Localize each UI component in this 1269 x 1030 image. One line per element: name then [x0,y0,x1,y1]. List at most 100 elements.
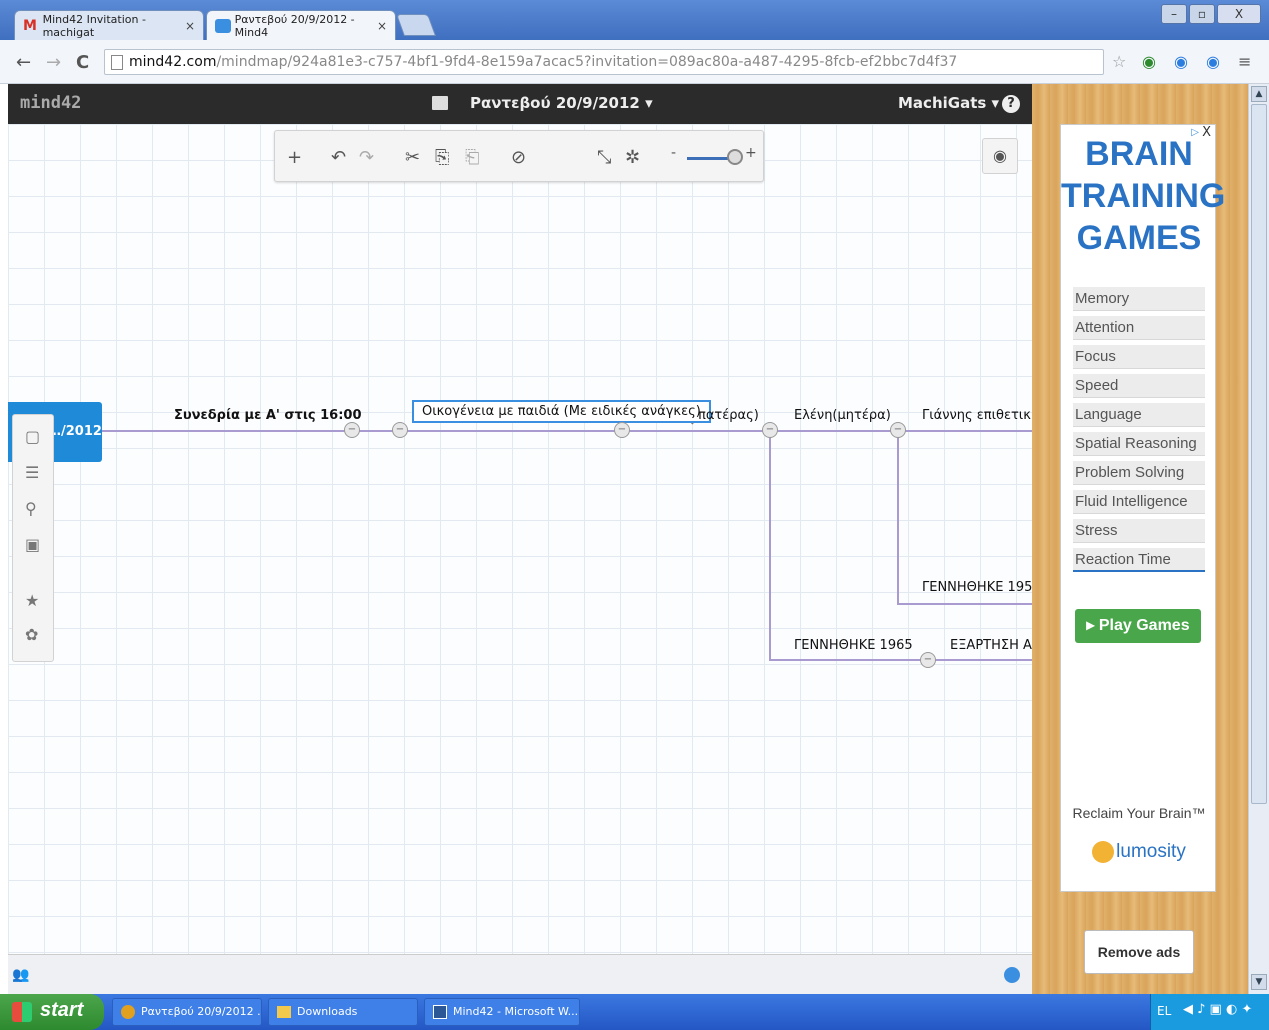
node-giannis[interactable]: Γιάννης επιθετική σ [922,408,1032,423]
url-host: mind42.com [129,54,217,70]
extension-icon[interactable]: ◉ [1142,52,1156,71]
collapse-toggle-icon[interactable]: − [614,422,630,438]
extension-icon[interactable]: ◉ [1174,52,1188,71]
add-node-icon[interactable]: + [287,147,302,168]
windows-logo-icon [12,1002,32,1022]
forward-arrow-icon[interactable]: → [46,52,61,73]
mind42-icon [215,18,231,33]
taskbar-item-downloads[interactable]: Downloads [268,998,418,1026]
page-scrollbar[interactable]: ▲ ▼ [1248,84,1269,994]
link-icon[interactable]: ⚲ [25,499,37,518]
undo-icon[interactable]: ↶ [331,147,346,168]
close-window-button[interactable]: X [1217,4,1261,24]
tab-label: Mind42 Invitation - machigat [42,12,146,39]
paste-icon[interactable]: ⎗ [465,147,479,168]
zoom-out-icon[interactable]: - [671,145,676,161]
note-icon[interactable]: ▢ [25,427,40,446]
back-arrow-icon[interactable]: ← [16,52,31,73]
reload-icon[interactable]: C [76,52,89,73]
collapse-all-icon[interactable]: ⤡ [597,147,611,168]
ad-title-line: BRAIN [1085,135,1193,173]
ad-category: Problem Solving [1073,461,1205,485]
word-icon [433,1005,447,1019]
scroll-thumb[interactable] [1251,104,1267,804]
collapse-toggle-icon[interactable]: − [890,422,906,438]
ad-category: Memory [1073,287,1205,311]
address-bar[interactable]: mind42.com/mindmap/924a81e3-c757-4bf1-9f… [104,49,1104,75]
ad-tagline: Reclaim Your Brain™ [1072,805,1206,821]
restore-button[interactable]: ▫ [1189,4,1215,24]
cut-icon[interactable]: ✂ [405,147,420,168]
mindmap-canvas[interactable]: + ↶ ↷ ✂ ⎘ ⎗ ⊘ ⤡ ✲ - + ◉ …/2012 Συνεδρία … [8,124,1032,954]
lumosity-logo: lumosity [1061,841,1217,863]
taskbar-item-label: Ραντεβού 20/9/2012 ... [141,1005,262,1018]
map-title-menu[interactable]: Ραντεβού 20/9/2012 ▾ [470,94,653,112]
node-born-1965[interactable]: ΓΕΝΝΗΘΗΚΕ 1965 [794,638,913,653]
node-family-editing[interactable]: Οικογένεια με παιδιά (Με ειδικές ανάγκες… [412,400,711,423]
taskbar-item-label: Downloads [297,1005,358,1018]
settings-button[interactable]: ◉ [982,138,1018,174]
collapse-toggle-icon[interactable]: − [920,652,936,668]
copy-icon[interactable]: ⎘ [435,147,449,168]
page-icon [111,54,123,70]
play-games-button[interactable]: ▸ Play Games [1075,609,1201,643]
windows-taskbar: start Ραντεβού 20/9/2012 ... Downloads M… [0,994,1269,1030]
node-born-1959[interactable]: ΓΕΝΝΗΘΗΚΕ 1959 [922,580,1032,595]
collapse-toggle-icon[interactable]: − [762,422,778,438]
lumosity-mark-icon [1092,841,1115,863]
extension-icon[interactable]: ◉ [1206,52,1220,71]
tray-icons[interactable]: ◀ ♪ ▣ ◐ ✦ [1183,1002,1252,1017]
connector-lines [102,411,1032,661]
collapse-toggle-icon[interactable]: − [344,422,360,438]
ad-category: Fluid Intelligence [1073,490,1205,514]
zoom-in-icon[interactable]: + [745,145,757,161]
new-tab-button[interactable] [395,14,437,36]
bookmark-star-icon[interactable]: ☆ [1112,52,1126,71]
taskbar-item-chrome[interactable]: Ραντεβού 20/9/2012 ... [112,998,262,1026]
sync-status-icon [1004,967,1020,983]
tab-mind42-invitation[interactable]: M Mind42 Invitation - machigat × [14,10,204,40]
folder-icon[interactable] [432,96,448,110]
ad-title-line: GAMES [1076,219,1202,257]
menu-icon[interactable]: ≡ [1238,52,1251,71]
zoom-slider-handle[interactable] [727,149,743,165]
mind42-logo[interactable]: mind42 [20,93,81,113]
palette-icon[interactable]: ✿ [25,625,38,644]
node-dependency[interactable]: ΕΞΑΡΤΗΣΗ Α [950,638,1032,653]
language-indicator[interactable]: EL [1157,1004,1171,1018]
tab-mindmap[interactable]: Ραντεβού 20/9/2012 - Mind4 × [206,10,396,40]
todo-list-icon[interactable]: ☰ [25,463,39,482]
settings-icon: ◉ [993,146,1007,165]
close-tab-icon[interactable]: × [371,19,387,33]
browser-toolbar: ← → C mind42.com/mindmap/924a81e3-c757-4… [0,40,1269,84]
node-session[interactable]: Συνεδρία με Α' στις 16:00 [174,408,362,423]
remove-ads-button[interactable]: Remove ads [1084,930,1194,974]
ad-category: Stress [1073,519,1205,543]
collapse-toggle-icon[interactable]: − [392,422,408,438]
taskbar-item-word[interactable]: Mind42 - Microsoft W... [424,998,580,1026]
node-mother[interactable]: Ελένη(μητέρα) [794,408,891,423]
status-bar: 👥 [8,954,1032,994]
delete-icon[interactable]: ⊘ [511,147,526,168]
image-icon[interactable]: ▣ [25,535,40,554]
close-tab-icon[interactable]: × [179,19,195,33]
scroll-down-icon[interactable]: ▼ [1251,974,1267,990]
star-icon[interactable]: ★ [25,591,39,610]
minimize-button[interactable]: – [1161,4,1187,24]
node-father[interactable]: πατέρας) [698,408,759,423]
redo-icon[interactable]: ↷ [359,147,374,168]
ad-title-line: TRAINING [1061,177,1226,215]
lumosity-brand: lumosity [1116,841,1186,863]
help-icon[interactable]: ? [1002,95,1020,113]
edit-toolbar: + ↶ ↷ ✂ ⎘ ⎗ ⊘ ⤡ ✲ - + [274,130,764,182]
ad-category: Spatial Reasoning [1073,432,1205,456]
user-menu[interactable]: MachiGats ▾ [898,94,999,112]
scroll-up-icon[interactable]: ▲ [1251,86,1267,102]
system-tray: EL ◀ ♪ ▣ ◐ ✦ [1150,994,1269,1030]
ad-category: Attention [1073,316,1205,340]
start-button[interactable]: start [0,994,104,1030]
lumosity-ad[interactable]: ▷ X BRAIN TRAINING GAMES Memory Attentio… [1060,124,1226,892]
url-path: /mindmap/924a81e3-c757-4bf1-9fd4-8e159a7… [216,54,958,70]
users-icon[interactable]: 👥 [12,967,29,983]
expand-all-icon[interactable]: ✲ [625,147,640,168]
